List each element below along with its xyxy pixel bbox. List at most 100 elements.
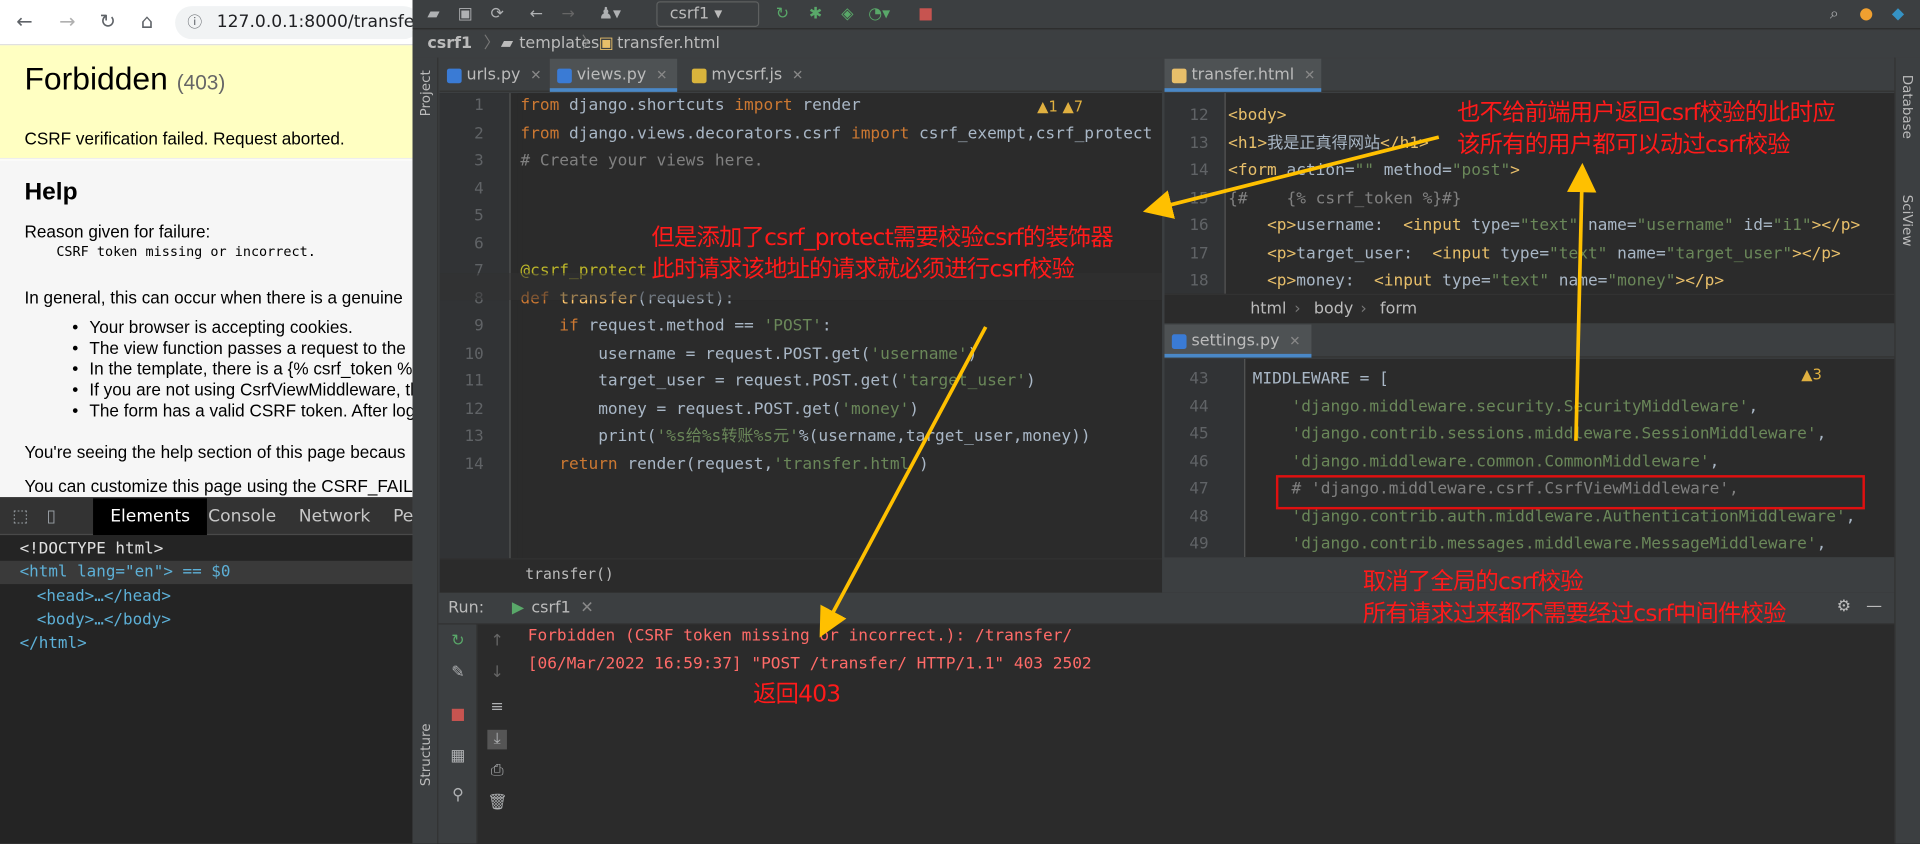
coverage-icon[interactable]: ◈	[836, 2, 858, 26]
back-icon[interactable]: ←	[12, 10, 36, 34]
search-icon[interactable]: ⌕	[1823, 2, 1845, 26]
database-tool-button[interactable]: Database	[1899, 75, 1915, 139]
sync-icon[interactable]: ⟳	[486, 2, 508, 26]
code-line[interactable]: <body>	[1228, 103, 1286, 131]
minimize-icon[interactable]: —	[1866, 598, 1882, 616]
debug-icon[interactable]: ✱	[804, 2, 826, 26]
rerun-icon[interactable]: ↻	[771, 2, 793, 26]
help-bullet: The view function passes a request to th…	[72, 338, 406, 358]
console-line: Forbidden (CSRF token missing or incorre…	[527, 626, 1073, 646]
dom-line[interactable]: <body>…</body>	[0, 609, 413, 632]
pin-icon[interactable]: ⚲	[448, 786, 468, 806]
reload-icon[interactable]: ↻	[96, 10, 120, 34]
code-line[interactable]: MIDDLEWARE = [	[1253, 366, 1389, 394]
vcs-user-icon[interactable]: ♟▾	[599, 2, 621, 26]
code-line[interactable]: <form action="" method="post">	[1228, 158, 1520, 186]
settings-editor[interactable]: 43 44 45 46 47 48 49 MIDDLEWARE = [ 'django.mi…	[1164, 358, 1895, 558]
device-icon[interactable]: ▯	[47, 498, 56, 535]
tab-network[interactable]: Network	[299, 498, 371, 535]
soft-wrap-icon[interactable]: ≡	[487, 698, 507, 718]
code-area[interactable]: MIDDLEWARE = [ 'django.middleware.securi…	[1253, 359, 1895, 557]
save-icon[interactable]: ▣	[454, 2, 476, 26]
code-line[interactable]: 'django.contrib.sessions.middleware.Sess…	[1253, 421, 1827, 449]
line-number: 15	[1189, 189, 1209, 208]
open-folder-icon[interactable]: ▰	[422, 2, 444, 26]
up-icon[interactable]: ↑	[487, 632, 507, 652]
tab-console[interactable]: Console	[208, 498, 276, 535]
inspect-icon[interactable]: ⬚	[12, 498, 28, 535]
tab-settings-py[interactable]: settings.py ✕	[1164, 324, 1312, 358]
inspection-widget[interactable]: ▲1 ▲7	[1037, 98, 1083, 115]
general-text: In general, this can occur when there is…	[24, 287, 403, 308]
scroll-end-icon[interactable]: ⤓	[487, 729, 507, 750]
tab-performance[interactable]: Pe	[393, 498, 413, 535]
dom-line-selected[interactable]: <html lang="en"> == $0	[0, 560, 413, 585]
dom-line[interactable]: <!DOCTYPE html>	[0, 538, 413, 561]
forward-icon[interactable]: →	[55, 10, 79, 34]
run-side-toolbar: ↻ ✎ ■ ▦ ⚲ ↑ ↓ ≡ ⤓ ⎙ 🗑	[438, 624, 508, 844]
code-line[interactable]: # Create your views here.	[520, 148, 763, 176]
code-line[interactable]: <p>target_user: <input type="text" name=…	[1228, 241, 1841, 269]
update-icon[interactable]: ●	[1855, 2, 1877, 26]
tab-mycsrf-js[interactable]: mycsrf.js ✕	[684, 59, 811, 92]
views-editor[interactable]: 1234567891011121314 from django.shortcut…	[439, 93, 1163, 559]
rerun-icon[interactable]: ↻	[448, 632, 468, 652]
highlight-box	[1275, 475, 1865, 510]
method-breadcrumb[interactable]: transfer()	[525, 566, 613, 583]
home-icon[interactable]: ⌂	[135, 10, 159, 34]
tab-elements[interactable]: Elements	[93, 498, 208, 536]
code-line[interactable]: <p>money: <input type="text" name="money…	[1228, 268, 1724, 294]
error-banner: Forbidden (403) CSRF verification failed…	[0, 45, 413, 160]
line-number: 9	[474, 317, 484, 336]
plugin-icon[interactable]: ◆	[1887, 2, 1909, 26]
python-run-icon: ▶	[511, 598, 525, 618]
tab-urls-py[interactable]: urls.py ✕	[440, 59, 548, 92]
structure-tool-button[interactable]: Structure	[418, 723, 434, 786]
code-area[interactable]: from django.shortcuts import render from …	[520, 93, 1162, 558]
print-icon[interactable]: ⎙	[487, 762, 507, 782]
code-line[interactable]: 'django.middleware.security.SecurityMidd…	[1253, 394, 1759, 422]
code-line[interactable]: {# {% csrf_token %}#}	[1228, 186, 1461, 214]
wrench-icon[interactable]: ✎	[448, 664, 468, 684]
line-number: 48	[1189, 507, 1209, 526]
close-icon[interactable]: ✕	[580, 599, 593, 617]
code-line[interactable]: from django.views.decorators.csrf import…	[520, 121, 1152, 149]
tab-views-py[interactable]: views.py ✕	[549, 58, 678, 92]
line-number: 14	[1189, 161, 1209, 181]
code-line[interactable]: money = request.POST.get('money')	[520, 396, 919, 424]
breadcrumb-file[interactable]: transfer.html	[617, 31, 720, 58]
run-tab[interactable]: csrf1	[531, 599, 570, 617]
address-bar[interactable]: ⓘ 127.0.0.1:8000/transfer/	[175, 6, 413, 40]
code-line[interactable]: 'django.contrib.messages.middleware.Mess…	[1253, 531, 1827, 557]
sciview-tool-button[interactable]: SciView	[1899, 195, 1915, 247]
project-tool-button[interactable]: Project	[418, 70, 434, 116]
code-line[interactable]: 'django.middleware.common.CommonMiddlewa…	[1253, 449, 1720, 477]
code-line[interactable]: <p>username: <input type="text" name="us…	[1228, 213, 1860, 241]
trash-icon[interactable]: 🗑	[487, 793, 507, 813]
run-config-selector[interactable]: csrf1 ▾	[656, 1, 760, 27]
line-number: 44	[1189, 397, 1209, 416]
down-icon[interactable]: ↓	[487, 664, 507, 684]
code-line[interactable]: <h1>我是正真得网站</h1>	[1228, 130, 1429, 158]
forward-icon[interactable]: →	[557, 2, 579, 26]
dom-line[interactable]: <head>…</head>	[0, 585, 413, 608]
stop-icon[interactable]: ■	[915, 2, 937, 26]
stop-icon[interactable]: ■	[448, 705, 468, 725]
code-line[interactable]: return render(request,'transfer.html')	[520, 451, 928, 479]
code-line[interactable]: username = request.POST.get('username')	[520, 341, 977, 369]
code-line[interactable]: from django.shortcuts import render	[520, 93, 860, 121]
code-line[interactable]: target_user = request.POST.get('target_u…	[520, 369, 1036, 397]
code-line[interactable]: if request.method == 'POST':	[520, 313, 831, 341]
inspection-widget[interactable]: ▲3	[1801, 366, 1822, 383]
dom-line[interactable]: </html>	[0, 632, 413, 655]
profile-icon[interactable]: ◔▾	[868, 2, 890, 26]
back-icon[interactable]: ←	[525, 2, 547, 26]
layout-icon[interactable]: ▦	[448, 747, 468, 767]
settings-tabbar: settings.py ✕	[1164, 324, 1895, 358]
breadcrumb-project[interactable]: csrf1	[427, 31, 472, 58]
gear-icon[interactable]: ⚙	[1837, 598, 1851, 616]
tab-transfer-html[interactable]: transfer.html ✕	[1164, 58, 1322, 92]
html-file-icon: ▣	[598, 34, 614, 53]
help-bullet: If you are not using CsrfViewMiddleware,…	[72, 380, 412, 400]
code-line[interactable]: print('%s给%s转账%s元'%(username,target_user…	[520, 424, 1090, 452]
